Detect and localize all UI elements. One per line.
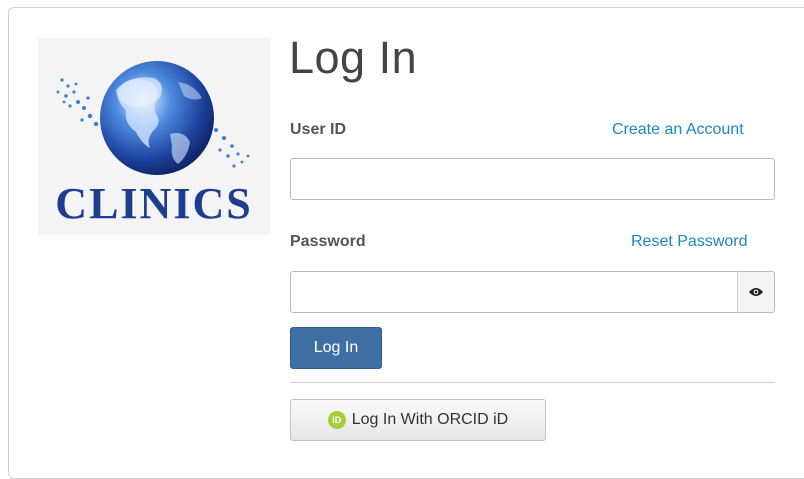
clinics-logo: CLINICS bbox=[38, 38, 271, 235]
user-id-label: User ID bbox=[290, 121, 347, 138]
user-id-input[interactable] bbox=[290, 158, 775, 200]
page-title: Log In bbox=[289, 32, 418, 83]
orcid-icon: iD bbox=[327, 411, 346, 429]
login-button[interactable]: Log In bbox=[290, 327, 382, 369]
show-password-button[interactable] bbox=[737, 271, 775, 313]
orcid-login-button[interactable]: iD Log In With ORCID iD bbox=[290, 399, 546, 441]
eye-icon bbox=[749, 288, 763, 296]
globe-logo-icon: CLINICS bbox=[55, 61, 252, 228]
orcid-login-label: Log In With ORCID iD bbox=[351, 411, 509, 428]
divider bbox=[290, 382, 775, 383]
reset-password-link[interactable]: Reset Password bbox=[631, 233, 748, 251]
password-input[interactable] bbox=[290, 271, 738, 313]
logo-text: CLINICS bbox=[55, 179, 252, 228]
password-label: Password bbox=[290, 233, 366, 250]
create-account-link[interactable]: Create an Account bbox=[612, 121, 744, 139]
